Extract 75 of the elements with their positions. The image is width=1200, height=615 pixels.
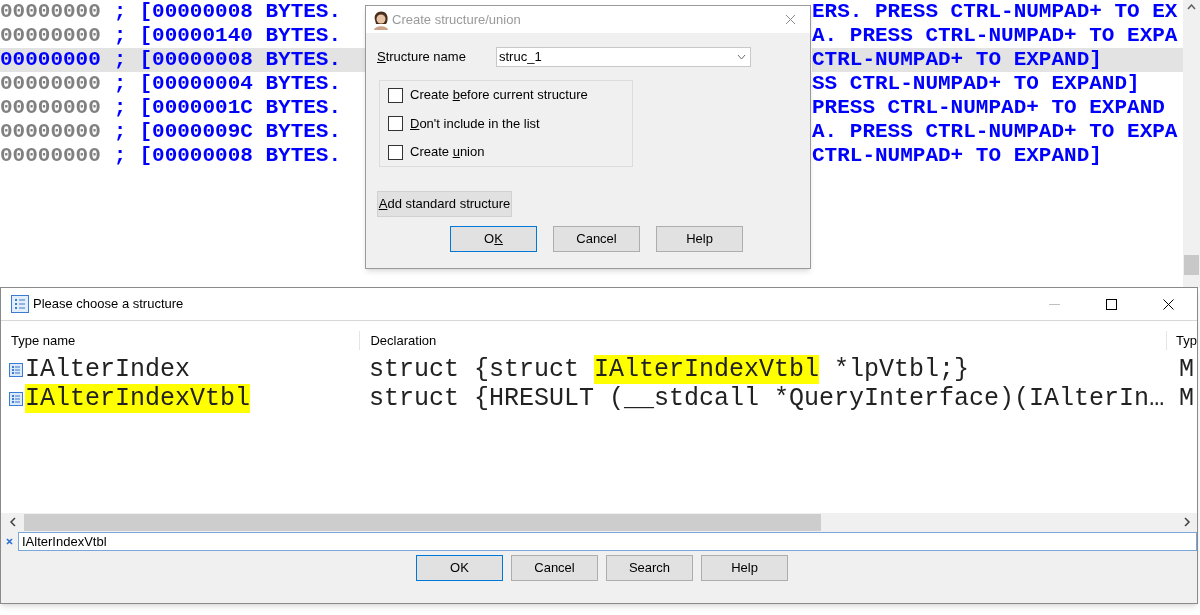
address: 00000000 <box>0 48 101 72</box>
listing-line[interactable]: 00000000 ; [00000004 BYTES. <box>0 72 366 96</box>
field-label: Structure name <box>377 48 467 67</box>
address: 00000000 <box>0 120 101 144</box>
comment-mark: ; <box>113 48 127 72</box>
struct-size: [00000008 BYTES. <box>139 0 342 24</box>
dialog-button[interactable]: Help <box>656 226 743 252</box>
type-cell: M <box>1179 355 1194 384</box>
listing-line[interactable]: 00000000 ; [00000008 BYTES. <box>0 0 366 24</box>
checkbox[interactable] <box>388 87 403 103</box>
clear-icon[interactable] <box>6 538 13 545</box>
structure-icon <box>9 362 23 377</box>
chevron-down-icon[interactable] <box>737 54 746 60</box>
dialog-button[interactable]: Cancel <box>511 555 598 581</box>
dialog-button[interactable]: Help <box>701 555 788 581</box>
structure-list-icon <box>11 295 29 313</box>
dialog-title: Please choose a structure <box>33 295 184 314</box>
scroll-right-icon[interactable] <box>1184 517 1191 527</box>
struct-size: [00000008 BYTES. <box>139 144 342 168</box>
close-icon[interactable] <box>1163 298 1174 310</box>
scroll-left-icon[interactable] <box>9 517 16 527</box>
comment-mark: ; <box>113 120 127 144</box>
column-header[interactable]: Declaration <box>359 330 1167 350</box>
struct-size: [00000140 BYTES. <box>139 24 342 48</box>
type-cell: M <box>1179 384 1194 413</box>
horizontal-scrollbar[interactable] <box>1 513 1197 531</box>
address: 00000000 <box>0 96 101 120</box>
structure-name-field[interactable]: struc_1 <box>496 47 751 67</box>
struct-size: [00000004 BYTES. <box>139 72 342 96</box>
scroll-thumb[interactable] <box>24 513 821 531</box>
struct-size: [0000009C BYTES. <box>139 120 342 144</box>
listing-line[interactable]: 00000000 ; [0000009C BYTES. <box>0 120 366 144</box>
column-header[interactable]: Typ <box>1166 330 1197 350</box>
declaration: struct {struct IAlterIndexVtbl *lpVtbl;} <box>369 355 971 384</box>
add-standard-structure-button[interactable]: Add standard structure <box>377 191 512 217</box>
comment-mark: ; <box>113 24 127 48</box>
declaration: struct {HRESULT (__stdcall *QueryInterface)(IAlterIn… <box>369 384 1166 413</box>
comment-mark: ; <box>113 96 127 120</box>
listing-line[interactable]: CTRL-NUMPAD+ TO EXPAND] <box>812 144 1183 168</box>
listing-line[interactable]: 00000000 ; [00000140 BYTES. <box>0 24 366 48</box>
address: 00000000 <box>0 24 101 48</box>
person-icon <box>372 9 390 30</box>
comment-mark: ; <box>113 144 127 168</box>
type-name[interactable]: IAlterIndex <box>25 355 191 384</box>
checkbox-label: Don't include in the list <box>410 114 540 133</box>
comment-mark: ; <box>113 0 127 24</box>
checkbox-label: Create before current structure <box>410 86 588 105</box>
scroll-up-icon[interactable] <box>1187 4 1196 10</box>
address: 00000000 <box>0 144 101 168</box>
address: 00000000 <box>0 72 101 96</box>
comment-mark: ; <box>113 72 127 96</box>
maximize-icon[interactable] <box>1106 298 1117 310</box>
field-value: IAlterIndexVtbl <box>22 532 107 551</box>
dialog-button[interactable]: OK <box>450 226 537 252</box>
listing-line[interactable]: 00000000 ; [0000001C BYTES. <box>0 96 366 120</box>
struct-size: [0000001C BYTES. <box>139 96 342 120</box>
checkbox[interactable] <box>388 116 403 131</box>
structure-icon <box>9 391 23 406</box>
address: 00000000 <box>0 0 101 24</box>
checkbox-label: Create union <box>410 143 485 162</box>
dialog-button[interactable]: Search <box>606 555 693 581</box>
checkbox[interactable] <box>388 144 403 160</box>
type-name[interactable]: IAlterIndexVtbl <box>25 384 251 413</box>
collapse-hint: CTRL-NUMPAD+ TO EXPAND] <box>812 144 1102 168</box>
collapse-hint: CTRL-NUMPAD+ TO EXPAND] <box>812 48 1102 72</box>
column-header[interactable]: Type name <box>1 330 360 350</box>
dialog-button[interactable]: OK <box>416 555 503 581</box>
struct-size: [00000008 BYTES. <box>139 48 342 72</box>
search-field[interactable]: IAlterIndexVtbl <box>18 532 1197 551</box>
scroll-thumb[interactable] <box>1184 255 1199 275</box>
field-value: struc_1 <box>499 48 542 67</box>
scrollbar[interactable] <box>1183 0 1200 288</box>
dialog-button[interactable]: Cancel <box>553 226 640 252</box>
dialog-title: Create structure/union <box>392 10 521 29</box>
listing-line[interactable]: 00000000 ; [00000008 BYTES. <box>0 144 366 168</box>
